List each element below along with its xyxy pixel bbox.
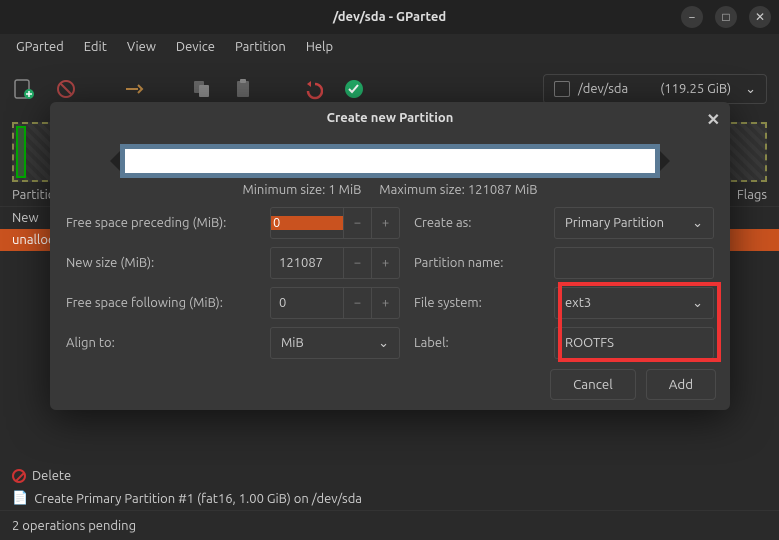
delete-op-icon xyxy=(12,469,26,483)
minimum-size-label: Minimum size: 1 MiB xyxy=(242,183,361,197)
cancel-button[interactable]: Cancel xyxy=(550,369,636,400)
create-partition-dialog: Create new Partition ✕ Minimum size: 1 M… xyxy=(50,102,730,410)
create-as-dropdown[interactable]: Primary Partition⌄ xyxy=(554,207,714,239)
slider-left-handle[interactable] xyxy=(110,151,120,171)
new-size-label: New size (MiB): xyxy=(66,256,256,270)
stepper-plus[interactable]: + xyxy=(371,248,399,278)
paste-icon[interactable] xyxy=(232,77,256,101)
op-text: Create Primary Partition #1 (fat16, 1.00… xyxy=(34,492,362,506)
window-titlebar: /dev/sda - GParted − □ ✕ xyxy=(0,0,779,34)
menu-device[interactable]: Device xyxy=(166,34,225,64)
delete-icon[interactable] xyxy=(54,77,78,101)
apply-icon[interactable] xyxy=(342,77,366,101)
chevron-down-icon: ⌄ xyxy=(692,216,703,231)
resize-icon[interactable] xyxy=(122,77,146,101)
menu-partition[interactable]: Partition xyxy=(225,34,296,64)
new-partition-icon[interactable] xyxy=(12,77,36,101)
operation-item[interactable]: 📄 Create Primary Partition #1 (fat16, 1.… xyxy=(0,487,779,510)
chevron-down-icon: ⌄ xyxy=(692,296,703,311)
free-following-input[interactable]: −+ xyxy=(270,287,400,319)
operation-item[interactable]: Delete xyxy=(0,465,779,487)
device-size: (119.25 GiB) xyxy=(660,82,731,96)
partition-name-input[interactable] xyxy=(554,247,714,279)
window-title: /dev/sda - GParted xyxy=(333,10,446,24)
new-size-input[interactable]: −+ xyxy=(270,247,400,279)
stepper-plus[interactable]: + xyxy=(371,208,399,238)
dialog-title: Create new Partition xyxy=(327,111,454,125)
file-system-dropdown[interactable]: ext3⌄ xyxy=(554,287,714,319)
status-text: 2 operations pending xyxy=(12,519,136,533)
maximum-size-label: Maximum size: 121087 MiB xyxy=(379,183,537,197)
file-system-label: File system: xyxy=(414,296,540,310)
maximize-button[interactable]: □ xyxy=(715,6,737,28)
menubar: GParted Edit View Device Partition Help xyxy=(0,34,779,64)
slider-right-handle[interactable] xyxy=(660,151,670,171)
device-name: /dev/sda xyxy=(578,82,628,96)
menu-edit[interactable]: Edit xyxy=(74,34,117,64)
chevron-down-icon: ⌄ xyxy=(378,336,389,351)
menu-view[interactable]: View xyxy=(117,34,166,64)
statusbar: 2 operations pending xyxy=(0,510,779,540)
chevron-down-icon: ⌄ xyxy=(745,82,756,97)
device-selector[interactable]: /dev/sda (119.25 GiB) ⌄ xyxy=(543,74,767,104)
stepper-minus[interactable]: − xyxy=(343,208,371,238)
undo-icon[interactable] xyxy=(300,77,324,101)
stepper-minus[interactable]: − xyxy=(343,288,371,318)
menu-help[interactable]: Help xyxy=(296,34,343,64)
copy-icon[interactable] xyxy=(190,77,214,101)
label-label: Label: xyxy=(414,336,540,350)
label-input[interactable] xyxy=(554,327,714,359)
add-button[interactable]: Add xyxy=(646,369,716,400)
dialog-close-icon[interactable]: ✕ xyxy=(707,110,720,129)
minimize-button[interactable]: − xyxy=(681,6,703,28)
free-preceding-input[interactable]: −+ xyxy=(270,207,400,239)
disk-icon xyxy=(554,81,570,97)
menu-gparted[interactable]: GParted xyxy=(6,34,74,64)
partition-name-label: Partition name: xyxy=(414,256,540,270)
stepper-plus[interactable]: + xyxy=(371,288,399,318)
close-button[interactable]: ✕ xyxy=(749,6,771,28)
create-op-icon: 📄 xyxy=(12,491,28,506)
align-to-dropdown[interactable]: MiB⌄ xyxy=(270,327,400,359)
free-following-label: Free space following (MiB): xyxy=(66,296,256,310)
operations-list: Delete 📄 Create Primary Partition #1 (fa… xyxy=(0,465,779,510)
align-to-label: Align to: xyxy=(66,336,256,350)
create-as-label: Create as: xyxy=(414,216,540,230)
free-preceding-label: Free space preceding (MiB): xyxy=(66,216,256,230)
op-text: Delete xyxy=(32,469,71,483)
stepper-minus[interactable]: − xyxy=(343,248,371,278)
partition-size-slider[interactable] xyxy=(110,143,670,179)
